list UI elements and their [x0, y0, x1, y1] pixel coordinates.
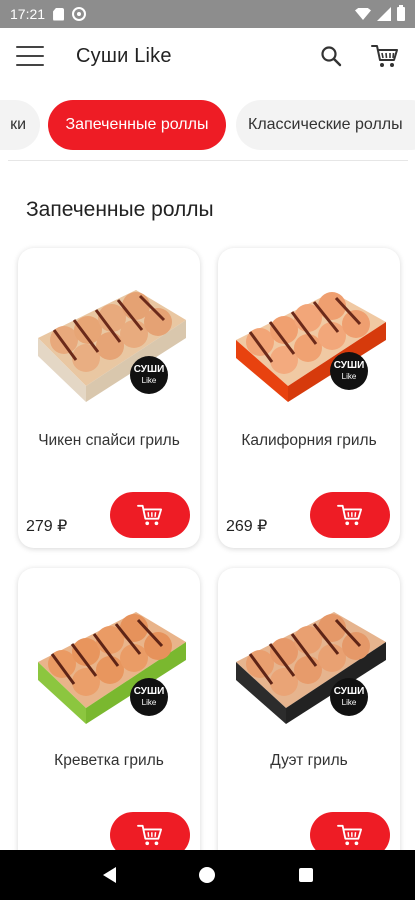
status-time: 17:21 — [10, 6, 46, 22]
home-button[interactable] — [192, 860, 222, 890]
product-image — [236, 292, 386, 402]
product-card[interactable]: СУШИ Like Креветка гриль — [18, 568, 200, 868]
cart-icon — [337, 504, 362, 526]
brand-logo: СУШИ Like — [330, 352, 368, 390]
add-to-cart-button[interactable] — [310, 492, 390, 538]
brand-logo: СУШИ Like — [130, 356, 168, 394]
product-image — [38, 612, 186, 724]
divider — [8, 160, 408, 161]
brand-logo: СУШИ Like — [330, 678, 368, 716]
menu-icon[interactable] — [16, 46, 44, 66]
product-card[interactable]: СУШИ Like Чикен спайси гриль 279 ₽ — [18, 248, 200, 548]
category-chip-active[interactable]: Запеченные роллы — [48, 100, 226, 150]
sd-card-icon — [53, 7, 65, 21]
cart-button[interactable] — [371, 42, 399, 70]
category-chip-next[interactable]: Классические роллы — [236, 100, 415, 150]
cart-icon — [137, 824, 162, 846]
product-image — [38, 290, 186, 402]
product-card[interactable]: СУШИ Like Дуэт гриль — [218, 568, 400, 868]
wifi-icon — [355, 8, 371, 20]
app-title: Суши Like — [76, 44, 172, 67]
category-tabs: ки Запеченные роллы Классические роллы — [0, 100, 415, 156]
back-button[interactable] — [94, 860, 124, 890]
sync-icon — [72, 7, 87, 21]
search-button[interactable] — [317, 42, 345, 70]
product-name: Дуэт гриль — [270, 752, 348, 769]
system-nav-bar — [0, 850, 415, 900]
cart-icon — [337, 824, 362, 846]
cart-icon — [137, 504, 162, 526]
status-bar: 17:21 — [0, 0, 415, 28]
product-card[interactable]: СУШИ Like Калифорния гриль 269 ₽ — [218, 248, 400, 548]
brand-logo: СУШИ Like — [130, 678, 168, 716]
product-name: Чикен спайси гриль — [38, 432, 180, 449]
cart-icon — [371, 45, 398, 67]
product-price: 269 ₽ — [226, 518, 268, 535]
add-to-cart-button[interactable] — [110, 492, 190, 538]
signal-icon — [377, 7, 391, 21]
app-bar: Суши Like — [0, 28, 415, 84]
product-image — [236, 612, 386, 724]
recents-button[interactable] — [291, 860, 321, 890]
search-icon — [321, 46, 342, 67]
home-icon — [199, 867, 216, 883]
back-icon — [102, 867, 116, 883]
product-price: 279 ₽ — [26, 518, 68, 535]
section-title: Запеченные роллы — [26, 198, 214, 221]
product-name: Креветка гриль — [54, 752, 164, 769]
category-chip-previous[interactable]: ки — [0, 100, 40, 150]
battery-icon — [397, 5, 405, 21]
recents-icon — [298, 868, 313, 882]
product-name: Калифорния гриль — [241, 432, 377, 449]
